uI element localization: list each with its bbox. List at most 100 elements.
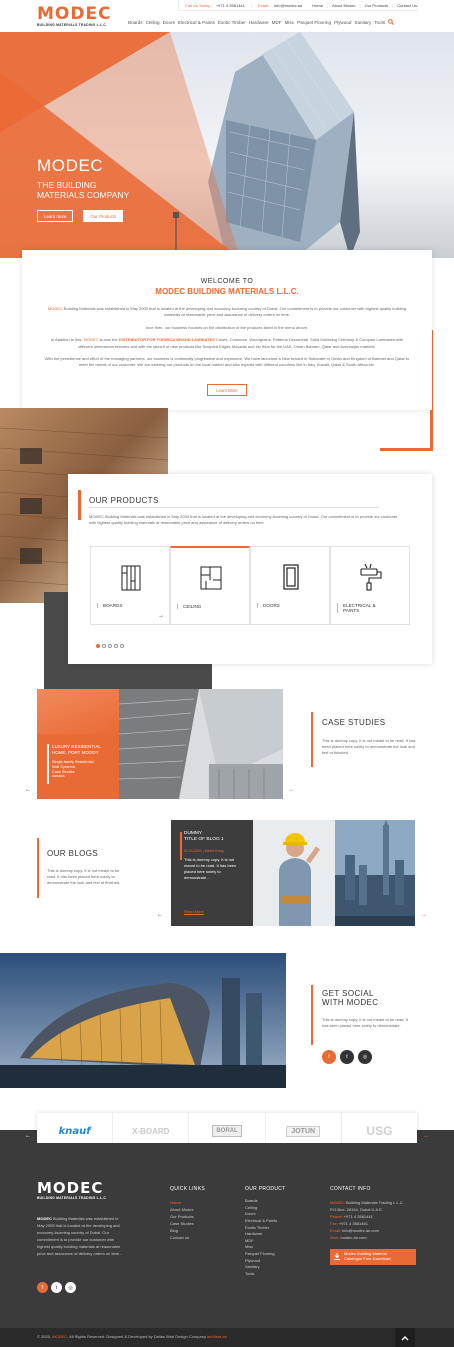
nav-hardware[interactable]: Hardware [249, 20, 269, 25]
footer-link[interactable]: Case Studies [170, 1220, 205, 1227]
brands-prev-arrow[interactable]: ← [25, 1133, 31, 1139]
catalogue-download-button[interactable]: Modec Building Material Catalogue Free Do… [330, 1248, 416, 1265]
brands-next-arrow[interactable]: → [423, 1133, 429, 1139]
product-card-doors[interactable]: DOORS [250, 546, 330, 625]
footer-logo[interactable]: MODEC BUILDING MATERIALS TRADING L.L.C [37, 1181, 106, 1201]
nav-plywood[interactable]: Plywood [334, 20, 351, 25]
footer-email[interactable]: Email: info@modec.ae.com [330, 1227, 425, 1234]
get-social-text: This is dummy copy. It is not meant to b… [322, 1017, 408, 1028]
carousel-dot[interactable] [114, 644, 118, 648]
instagram-icon[interactable]: ◎ [358, 1050, 372, 1064]
case-card-title: LUXURY RESIDENTIAL HOME, PORT MOODY [52, 744, 101, 755]
carousel-dot[interactable] [120, 644, 124, 648]
nav-boards[interactable]: Boards [128, 20, 143, 25]
ceiling-plan-icon [200, 566, 222, 590]
footer-heading: OUR PRODUCT [245, 1186, 286, 1192]
blog-prev-arrow[interactable]: ← [157, 912, 163, 918]
nav-parquet[interactable]: Parquet Flooring [297, 20, 331, 25]
footer-link[interactable]: Doors [245, 1211, 286, 1218]
footer-social-icons: f t ◎ [37, 1282, 79, 1293]
product-card-ceiling[interactable]: CEILING [170, 546, 250, 625]
footer-link[interactable]: Boards [245, 1198, 286, 1205]
nav-exotic-timber[interactable]: Exotic Timber [218, 20, 246, 25]
top-link-contact[interactable]: Contact Us [397, 3, 417, 8]
footer-link[interactable]: Hardware [245, 1231, 286, 1238]
top-link-products[interactable]: Our Products [365, 3, 389, 8]
footer-link[interactable]: MDF [245, 1238, 286, 1245]
email-link[interactable]: info@modec.ae [274, 3, 302, 8]
footer-link[interactable]: Misc [245, 1244, 286, 1251]
product-card-boards[interactable]: BOARDS → [90, 546, 170, 625]
case-next-arrow[interactable]: → [288, 787, 294, 793]
blog-card-title: DUMMY TITLE OF BLOG 1 [184, 831, 224, 842]
get-social-title: GET SOCIAL WITH MODEC [322, 989, 379, 1007]
carousel-dot[interactable] [108, 644, 112, 648]
nav-tools[interactable]: Tools [374, 20, 385, 25]
product-card-electrical-paints[interactable]: ELECTRICAL & PAINTS [330, 546, 410, 625]
footer-link[interactable]: Ceiling [245, 1205, 286, 1212]
top-link-about[interactable]: About Modec [332, 3, 356, 8]
footer-web[interactable]: Web: modec.ae.com [330, 1234, 425, 1241]
case-prev-arrow[interactable]: ← [25, 787, 31, 793]
social-icons: f t ◎ [322, 1050, 375, 1064]
door-icon [283, 564, 299, 590]
footer-link[interactable]: About Modec [170, 1206, 205, 1213]
arrow-right-icon[interactable]: → [158, 613, 164, 619]
footer-link[interactable]: Exotic Timber [245, 1225, 286, 1232]
welcome-section: WELCOME TO MODEC BUILDING MATERIALS L.L.… [22, 250, 432, 410]
nav-ceiling[interactable]: Ceiling [146, 20, 160, 25]
footer-link[interactable]: Electrical & Paints [245, 1218, 286, 1225]
main-nav: Boards Ceiling Doors Electrical & Paints… [128, 19, 394, 25]
accent-line [380, 448, 433, 451]
nav-sanitary[interactable]: Sanitary [354, 20, 371, 25]
carousel-dot[interactable] [102, 644, 106, 648]
case-study-card[interactable]: LUXURY RESIDENTIAL HOME, PORT MOODY Singl… [37, 689, 119, 799]
dubai-opera-image [0, 953, 286, 1088]
search-icon[interactable] [388, 19, 394, 25]
twitter-icon[interactable]: t [340, 1050, 354, 1064]
product-label: CEILING [177, 604, 201, 610]
developer-link[interactable]: lnnVista.ae [207, 1334, 227, 1339]
nav-doors[interactable]: Doors [163, 20, 175, 25]
site-footer: MODEC BUILDING MATERIALS TRADING L.L.C M… [0, 1143, 454, 1328]
facebook-icon[interactable]: f [37, 1282, 48, 1293]
footer-phone[interactable]: Phone: +971 4 3581441 [330, 1213, 425, 1220]
instagram-icon[interactable]: ◎ [65, 1282, 76, 1293]
paint-roller-icon [360, 563, 382, 591]
back-to-top-button[interactable] [395, 1328, 415, 1347]
footer-link[interactable]: Parquet Flooring [245, 1251, 286, 1258]
phone-link[interactable]: +971 4 3581441 [216, 3, 245, 8]
footer-link[interactable]: Home [170, 1199, 205, 1206]
top-link-home[interactable]: Home [312, 3, 323, 8]
footer-link[interactable]: Tools [245, 1271, 286, 1278]
hero-learn-more-button[interactable]: Learn more [37, 210, 74, 222]
footer-heading: QUICK LINKS [170, 1186, 205, 1192]
welcome-paragraph: Ince then, our business focuses on the d… [145, 324, 309, 330]
nav-misc[interactable]: Misc [285, 20, 294, 25]
section-accent [78, 490, 81, 520]
footer-link[interactable]: Contact us [170, 1234, 205, 1241]
footer-quick-links: QUICK LINKS Home About Modec Our Product… [170, 1185, 205, 1241]
nav-electrical[interactable]: Electrical & Paints [178, 20, 215, 25]
footer-link[interactable]: Plywood [245, 1258, 286, 1265]
footer-link[interactable]: Blog [170, 1227, 205, 1234]
footer-link[interactable]: Our Products [170, 1213, 205, 1220]
boards-icon [121, 565, 141, 591]
chevron-up-icon [401, 1335, 409, 1340]
nav-mdf[interactable]: MDF [272, 20, 282, 25]
facebook-icon[interactable]: f [322, 1050, 336, 1064]
top-info-bar: Call Us Today: +971 4 3581441 | Email: i… [178, 0, 418, 11]
blog-next-arrow[interactable]: → [421, 912, 427, 918]
carousel-dot[interactable] [96, 644, 100, 648]
footer-link[interactable]: Sanitary [245, 1264, 286, 1271]
blog-read-more-link[interactable]: Read More [184, 909, 204, 914]
twitter-icon[interactable]: t [51, 1282, 62, 1293]
hero-our-products-button[interactable]: Our Products [83, 210, 124, 222]
footer-product-links: OUR PRODUCT Boards Ceiling Doors Electri… [245, 1185, 286, 1277]
blog-card[interactable]: DUMMY TITLE OF BLOG 1 01.01.2020 | Albert… [171, 820, 253, 926]
footer-contact-info: CONTACT INFO MODEC Building Materials Tr… [330, 1185, 425, 1265]
copyright-text: © 2020, MODEC. All Rights Reserved. Desi… [37, 1334, 227, 1339]
site-logo[interactable]: MODEC BUILDING MATERIALS TRADING L.L.C [37, 6, 112, 28]
welcome-learn-more-button[interactable]: Learn More [207, 384, 247, 397]
hero-banner: MODEC THE BUILDING MATERIALS COMPANY Lea… [0, 32, 454, 258]
